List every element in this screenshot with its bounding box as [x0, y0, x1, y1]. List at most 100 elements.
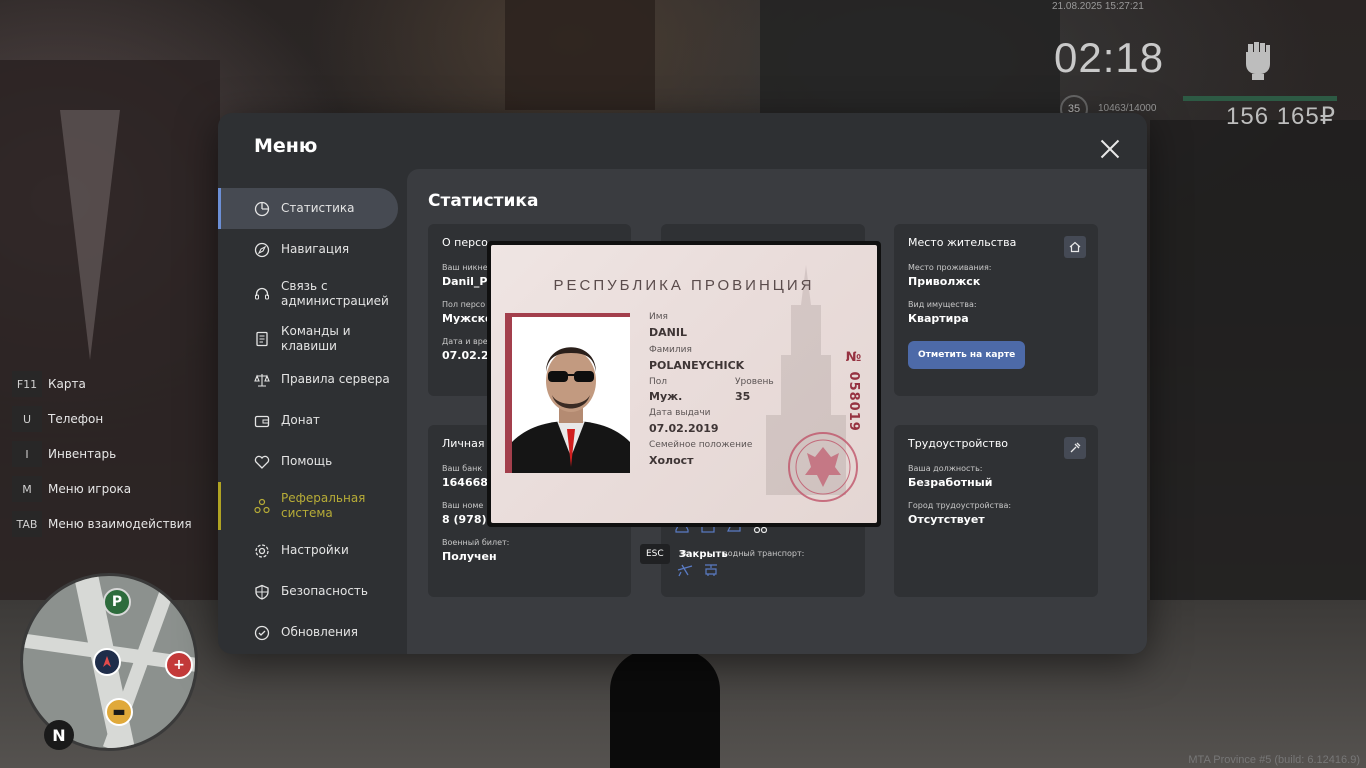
sidebar-item-statistics[interactable]: Статистика	[218, 188, 398, 229]
hud-clock: 02:18	[1054, 34, 1165, 81]
sidebar-item-label: Помощь	[281, 454, 333, 468]
sidebar-item-help[interactable]: Помощь	[218, 441, 398, 482]
sidebar-item-admin-contact[interactable]: Связь с администрацией	[218, 270, 398, 318]
keybind-inventory: I Инвентарь	[12, 441, 192, 467]
sidebar-item-label: Правила сервера	[281, 372, 390, 386]
sidebar-item-label: Связь с администрацией	[281, 279, 389, 308]
helicopter-icon	[705, 564, 717, 576]
id-card-header: РЕСПУБЛИКА ПРОВИНЦИЯ	[553, 277, 815, 294]
id-marital-label: Семейное положение	[649, 440, 753, 450]
keybind-label: Меню взаимодействия	[48, 517, 192, 531]
esc-key: ESC	[640, 544, 670, 564]
property-value: Квартира	[908, 312, 969, 325]
id-photo	[505, 313, 630, 473]
sidebar-item-updates[interactable]: Обновления	[218, 612, 398, 653]
hud-datetime: 21.08.2025 15:27:21	[1052, 1, 1144, 12]
player-character	[610, 650, 720, 768]
id-sex-value: Муж.	[649, 390, 683, 403]
close-icon[interactable]	[1100, 139, 1120, 159]
gear-icon	[255, 543, 269, 558]
sidebar-item-label: Настройки	[281, 543, 349, 557]
card-title: Место жительства	[908, 236, 1017, 249]
keybind-label: Инвентарь	[48, 447, 117, 461]
cathedral	[505, 0, 655, 110]
sidebar-item-security[interactable]: Безопасность	[218, 571, 398, 612]
sidebar-item-label: Безопасность	[281, 584, 368, 598]
referral-icon	[254, 498, 270, 514]
compass-icon	[254, 242, 270, 257]
card-residence: Место жительства Место проживания: Приво…	[894, 224, 1098, 396]
keybind-key: I	[12, 441, 42, 467]
id-card-number: № 058019	[846, 350, 861, 432]
id-surname-value: POLANEYCHICK	[649, 359, 745, 372]
keybind-label: Телефон	[48, 412, 104, 426]
headset-icon	[255, 287, 269, 300]
fist-icon	[1246, 42, 1270, 80]
building-right	[1150, 120, 1366, 600]
id-card-body: РЕСПУБЛИКА ПРОВИНЦИЯ Имя DANIL Фамилия P…	[491, 245, 877, 523]
portrait-image	[512, 317, 630, 473]
keybind-label: Меню игрока	[48, 482, 132, 496]
page-title: Статистика	[428, 191, 539, 211]
sidebar-item-label: Навигация	[281, 242, 350, 256]
keybind-interaction-menu: TAB Меню взаимодействия	[12, 511, 192, 537]
north-icon: N	[44, 720, 74, 750]
state-seal-icon	[788, 432, 858, 502]
compass-icon	[93, 648, 121, 676]
id-issue-value: 07.02.2019	[649, 422, 719, 435]
id-level-label: Уровень	[735, 377, 774, 387]
sidebar-item-label: Реферальная система	[281, 491, 366, 520]
id-issue-label: Дата выдачи	[649, 408, 711, 418]
water-icons-row	[677, 563, 719, 577]
id-surname-label: Фамилия	[649, 345, 692, 355]
hud-money: 156 165₽	[1226, 103, 1337, 130]
sidebar-item-settings[interactable]: Настройки	[218, 530, 398, 571]
sidebar-item-navigation[interactable]: Навигация	[218, 229, 398, 270]
id-card: РЕСПУБЛИКА ПРОВИНЦИЯ Имя DANIL Фамилия P…	[487, 241, 881, 527]
id-name-value: DANIL	[649, 326, 687, 339]
refresh-check-icon	[254, 625, 270, 640]
keybind-key: F11	[12, 371, 42, 397]
id-level-value: 35	[735, 390, 751, 403]
residence-label: Место проживания:	[908, 263, 992, 272]
mark-on-map-button[interactable]: Отметить на карте	[908, 341, 1026, 369]
house-icon[interactable]	[1064, 236, 1086, 258]
card-title: Трудоустройство	[908, 437, 1009, 450]
close-hint[interactable]: ESC Закрыть	[640, 544, 728, 564]
id-sex-label: Пол	[649, 377, 668, 387]
keybind-key: U	[12, 406, 42, 432]
hospital-icon: +	[165, 651, 193, 679]
id-name-label: Имя	[649, 312, 668, 322]
keybind-phone: U Телефон	[12, 406, 192, 432]
keybind-map: F11 Карта	[12, 371, 192, 397]
work-city-value: Отсутствует	[908, 513, 985, 526]
keybind-key: TAB	[12, 511, 42, 537]
menu-title: Меню	[254, 135, 318, 157]
build-info: MTA Province #5 (build: 6.12416.9)	[1188, 754, 1360, 766]
position-label: Ваша должность:	[908, 464, 983, 473]
property-label: Вид имущества:	[908, 300, 977, 309]
sidebar-item-commands[interactable]: Команды и клавиши	[218, 318, 398, 359]
keybind-list: F11 Карта U Телефон I Инвентарь M Меню и…	[12, 371, 192, 546]
keybind-player-menu: M Меню игрока	[12, 476, 192, 502]
sidebar-item-label: Команды и клавиши	[281, 323, 351, 353]
scales-icon	[254, 373, 270, 387]
wallet-icon	[254, 415, 270, 427]
parking-icon: P	[103, 588, 131, 616]
sidebar: Статистика Навигация Связь с администрац…	[218, 188, 398, 653]
plane-icon	[677, 564, 693, 577]
position-value: Безработный	[908, 476, 993, 489]
sidebar-item-donate[interactable]: Донат	[218, 400, 398, 441]
sidebar-item-rules[interactable]: Правила сервера	[218, 359, 398, 400]
sidebar-item-referral[interactable]: Реферальная система	[218, 482, 398, 530]
document-icon	[256, 331, 268, 346]
building-center	[760, 0, 1060, 120]
military-value: Получен	[442, 550, 497, 563]
work-city-label: Город трудоустройства:	[908, 501, 1012, 510]
military-label: Военный билет:	[442, 538, 510, 547]
id-marital-value: Холост	[649, 454, 694, 467]
card-employment: Трудоустройство Ваша должность: Безработ…	[894, 425, 1098, 597]
hammer-icon[interactable]	[1064, 437, 1086, 459]
sidebar-item-label: Статистика	[281, 201, 355, 215]
shield-icon	[255, 584, 269, 600]
